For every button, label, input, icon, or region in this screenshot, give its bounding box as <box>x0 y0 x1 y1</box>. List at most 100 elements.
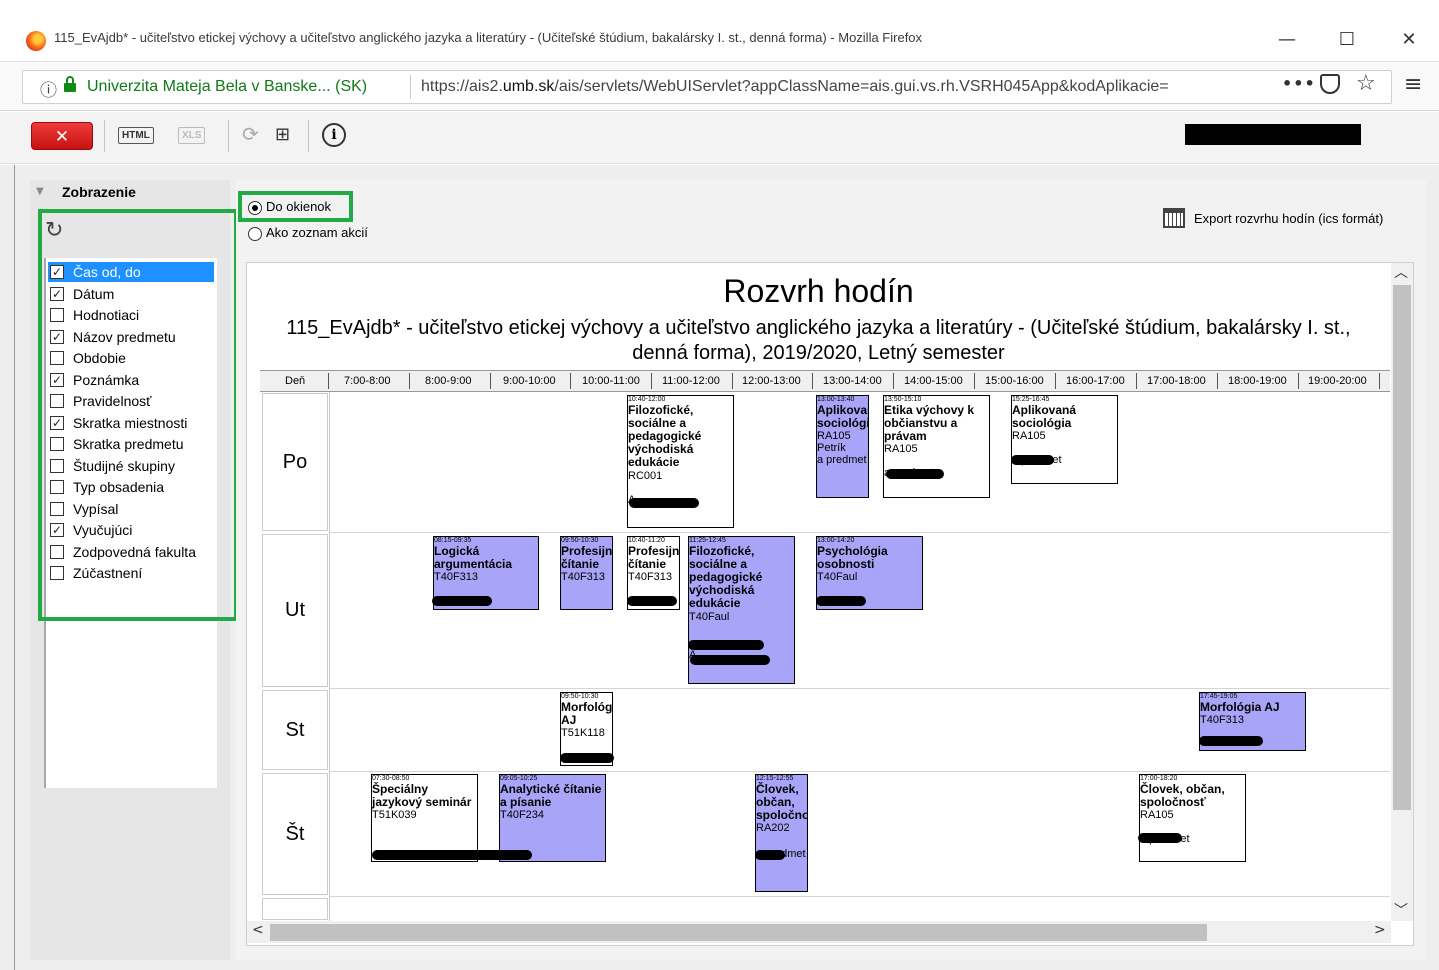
about-icon[interactable]: i <box>322 123 346 147</box>
header-separator <box>490 373 491 389</box>
export-html-button[interactable]: HTML <box>118 127 154 144</box>
scroll-left-icon[interactable]: < <box>252 922 264 938</box>
event-teacher-redacted <box>756 834 807 848</box>
toolbar-separator <box>228 120 229 152</box>
export-xls-button[interactable]: XLS <box>178 127 206 144</box>
schedule-event[interactable]: 10:40-12:00 Filozofické, sociálne a peda… <box>627 395 734 528</box>
schedule-event[interactable]: 17:00-18:20 Človek, občan, spoločnosť RA… <box>1139 774 1246 862</box>
row-divider <box>330 688 1390 689</box>
window-close-button[interactable]: ✕ <box>1386 25 1432 57</box>
close-app-button[interactable]: ✕ <box>31 122 93 150</box>
schedule-event[interactable]: 13:00-13:40 Aplikovaná sociológia RA105 … <box>816 395 869 498</box>
redacted-teacher <box>816 596 866 606</box>
redacted-teacher <box>886 469 944 479</box>
event-room: RC001 <box>628 469 663 482</box>
url-path: /ais/servlets/WebUIServlet?appClassName=… <box>554 78 1169 95</box>
maximize-button[interactable]: ☐ <box>1324 25 1370 57</box>
export-ics-link[interactable]: Export rozvrhu hodín (ics formát) <box>1194 211 1383 226</box>
redacted-teacher <box>560 753 614 763</box>
minimize-button[interactable]: — <box>1264 25 1310 57</box>
url-text[interactable]: https://ais2.umb.sk/ais/servlets/WebUISe… <box>421 78 1169 96</box>
calendar-icon[interactable] <box>1163 208 1185 228</box>
header-separator <box>974 373 975 389</box>
event-room: T40Faul <box>689 610 730 623</box>
frame-border <box>14 165 15 970</box>
header-separator <box>651 373 652 389</box>
firefox-icon <box>26 31 46 51</box>
time-slot-header: 11:00-12:00 <box>662 375 720 387</box>
url-separator <box>410 75 411 99</box>
event-name: Profesijné čítanie <box>561 543 613 571</box>
event-room: RA105 <box>884 443 918 456</box>
redacted-teacher <box>627 596 677 606</box>
bookmark-star-icon[interactable]: ☆ <box>1356 71 1376 96</box>
toolbar-separator <box>308 120 309 152</box>
window-title: 115_EvAjdb* - učiteľstvo etickej výchovy… <box>54 30 923 45</box>
display-settings-title: Zobrazenie <box>62 184 136 200</box>
redacted-teacher <box>432 596 492 606</box>
day-cell-po: Po <box>262 393 328 531</box>
scroll-up-icon[interactable]: ︿ <box>1394 262 1408 282</box>
header-separator <box>1055 373 1056 389</box>
day-cell-ut: Ut <box>262 534 328 687</box>
event-name: Morfológia AJ <box>1200 699 1280 714</box>
event-room: T40F234 <box>500 809 545 822</box>
scroll-down-icon[interactable]: ﹀ <box>1394 900 1408 920</box>
lock-icon[interactable] <box>64 76 76 92</box>
event-teacher: Petrík <box>817 442 846 455</box>
event-teacher-redacted <box>1140 821 1245 833</box>
pocket-icon[interactable] <box>1320 74 1340 94</box>
day-header: Deň <box>285 375 306 387</box>
scroll-right-icon[interactable]: > <box>1374 922 1386 938</box>
header-separator <box>409 373 410 389</box>
redacted-teacher <box>1011 455 1054 465</box>
event-name: Analytické čítanie a písanie <box>500 781 602 809</box>
vertical-scroll-thumb[interactable] <box>1393 285 1411 810</box>
highlight-frame-radio <box>238 191 353 222</box>
event-room: T40F313 <box>628 571 673 584</box>
redacted-teacher <box>755 850 785 860</box>
schedule-event[interactable]: 07:30-08:50 Špeciálny jazykový seminár T… <box>371 774 478 862</box>
refresh-icon[interactable]: ⟳ <box>242 122 259 146</box>
time-slot-header: 10:00-11:00 <box>582 375 640 387</box>
header-separator <box>1379 373 1380 389</box>
url-prefix: https://ais2. <box>421 78 503 95</box>
event-room: RA105 <box>1012 430 1046 443</box>
site-identity-label[interactable]: Univerzita Mateja Bela v Banske... (SK) <box>87 78 367 96</box>
row-divider <box>330 896 1390 897</box>
event-name: Aplikovaná sociológia <box>1012 402 1077 430</box>
event-name: Človek, občan, spoločnosť <box>756 781 807 823</box>
site-info-icon[interactable]: ⓘ <box>40 76 57 101</box>
header-separator <box>328 373 329 389</box>
event-name: Profesijné čítanie <box>628 543 680 571</box>
event-room: RA202 <box>756 822 790 835</box>
hamburger-menu-icon[interactable]: ≡ <box>1404 72 1422 97</box>
page-actions-icon[interactable]: ••• <box>1282 74 1316 93</box>
day-column-border <box>329 392 330 922</box>
event-name: Psychológia osobnosti <box>817 543 888 571</box>
event-room: T40F313 <box>1200 713 1245 726</box>
redacted-teacher <box>690 655 770 665</box>
event-room: T40Faul <box>817 571 858 584</box>
horizontal-scroll-thumb[interactable] <box>270 924 1207 941</box>
radio-ako-zoznam[interactable] <box>248 227 262 241</box>
collapse-arrow-icon[interactable]: ▼ <box>36 186 44 197</box>
schedule-event[interactable]: 15:25-16:45 Aplikovaná sociológia RA105 … <box>1011 395 1118 484</box>
schedule-event[interactable]: 12:15-12:55 Človek, občan, spoločnosť RA… <box>755 774 808 892</box>
radio-ako-zoznam-label[interactable]: Ako zoznam akcií <box>266 225 368 240</box>
event-name: Človek, občan, spoločnosť <box>1140 781 1225 809</box>
event-name: Špeciálny jazykový seminár <box>372 781 472 809</box>
schedule-event[interactable]: 09:05-10:25 Analytické čítanie a písanie… <box>499 774 606 862</box>
time-slot-header: 9:00-10:00 <box>503 375 556 387</box>
schedule-event[interactable]: 13:50-15:10 Etika výchovy k občianstvu a… <box>883 395 990 498</box>
event-room: RA105 <box>1140 809 1174 822</box>
redacted-teacher <box>1199 736 1263 746</box>
schedule-event[interactable]: 09:50-10:30 Profesijné čítanie T40F313 <box>560 536 613 610</box>
header-separator <box>732 373 733 389</box>
redacted-teacher <box>372 850 532 860</box>
event-teacher-redacted <box>628 482 733 494</box>
day-cell-stv: Št <box>262 773 328 895</box>
time-slot-header: 17:00-18:00 <box>1147 375 1206 387</box>
event-name: Logická argumentácia <box>434 543 513 571</box>
table-layout-icon[interactable]: ⊞ <box>275 124 290 145</box>
